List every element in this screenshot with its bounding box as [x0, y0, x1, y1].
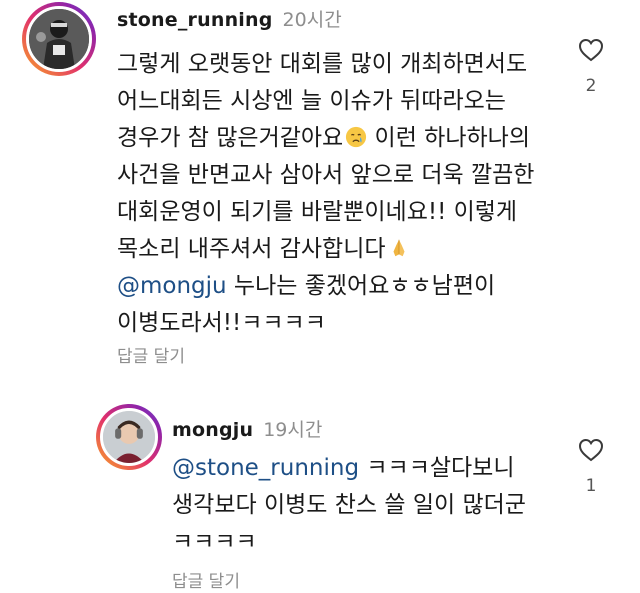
folded-hands-emoji — [393, 239, 405, 257]
heart-outline-icon[interactable] — [578, 38, 604, 62]
comment-line: 대회운영이 되기를 바랄뿐이네요!! 이렇게 — [117, 199, 518, 225]
mention-link[interactable]: @mongju — [117, 273, 227, 299]
username[interactable]: stone_running — [117, 9, 273, 31]
timestamp: 20시간 — [282, 9, 342, 31]
comment-line: @stone_running ㅋㅋㅋ살다보니 — [172, 450, 526, 487]
comment-line: @mongju 누나는 좋겠어요ㅎㅎ남편이 — [117, 268, 534, 305]
comment-line: 그렇게 오랫동안 대회를 많이 개최하면서도 — [117, 51, 528, 77]
crying-face-emoji — [346, 126, 367, 148]
reply-button[interactable]: 답글 달기 — [172, 567, 240, 592]
comment-line: 경우가 참 많은거같아요 이런 하나하나의 — [117, 120, 534, 157]
comment-text: 그렇게 오랫동안 대회를 많이 개최하면서도 어느대회든 시상엔 늘 이슈가 뒤… — [117, 46, 534, 342]
like-count: 1 — [585, 476, 597, 496]
comment-line-text: ㅋㅋㅋ살다보니 — [359, 455, 515, 481]
avatar-stone-running[interactable] — [22, 2, 96, 76]
comment-line-text: 경우가 참 많은거같아요 — [117, 125, 344, 151]
comment-text: @stone_running ㅋㅋㅋ살다보니 생각보다 이병도 찬스 쓸 일이 … — [172, 450, 526, 561]
comment-line: ㅋㅋㅋㅋ — [172, 529, 257, 555]
avatar-image — [26, 6, 92, 72]
like-count: 2 — [585, 76, 597, 96]
comment-line-text: 이런 하나하나의 — [367, 125, 530, 151]
avatar-image — [100, 408, 158, 466]
runner-photo-graphic — [29, 9, 89, 69]
avatar-mongju[interactable] — [96, 404, 162, 470]
like-control: 2 — [576, 38, 606, 96]
reply-button[interactable]: 답글 달기 — [117, 342, 185, 367]
comment-line-text: 목소리 내주셔서 감사합니다 — [117, 236, 386, 262]
comment-line: 목소리 내주셔서 감사합니다 — [117, 231, 534, 268]
person-photo-graphic — [103, 411, 155, 463]
comment-stone-running: stone_running 20시간 그렇게 오랫동안 대회를 많이 개최하면서도… — [0, 0, 640, 380]
comment-header: stone_running 20시간 — [117, 8, 342, 32]
comment-line: 이병도라서!!ㅋㅋㅋㅋ — [117, 310, 326, 336]
heart-outline-icon[interactable] — [578, 438, 604, 462]
username[interactable]: mongju — [172, 419, 253, 441]
comment-line: 어느대회든 시상엔 늘 이슈가 뒤따라오는 — [117, 88, 506, 114]
comment-line: 생각보다 이병도 찬스 쓸 일이 많더군 — [172, 492, 526, 518]
comment-line-text: 누나는 좋겠어요ㅎㅎ남편이 — [226, 273, 496, 299]
comment-header: mongju 19시간 — [172, 418, 322, 442]
comment-mongju: mongju 19시간 @stone_running ㅋㅋㅋ살다보니 생각보다 이… — [0, 380, 640, 593]
timestamp: 19시간 — [263, 419, 323, 441]
comments-screen: stone_running 20시간 그렇게 오랫동안 대회를 많이 개최하면서도… — [0, 0, 640, 593]
like-control: 1 — [576, 438, 606, 496]
mention-link[interactable]: @stone_running — [172, 455, 359, 481]
comment-line: 사건을 반면교사 삼아서 앞으로 더욱 깔끔한 — [117, 162, 535, 188]
